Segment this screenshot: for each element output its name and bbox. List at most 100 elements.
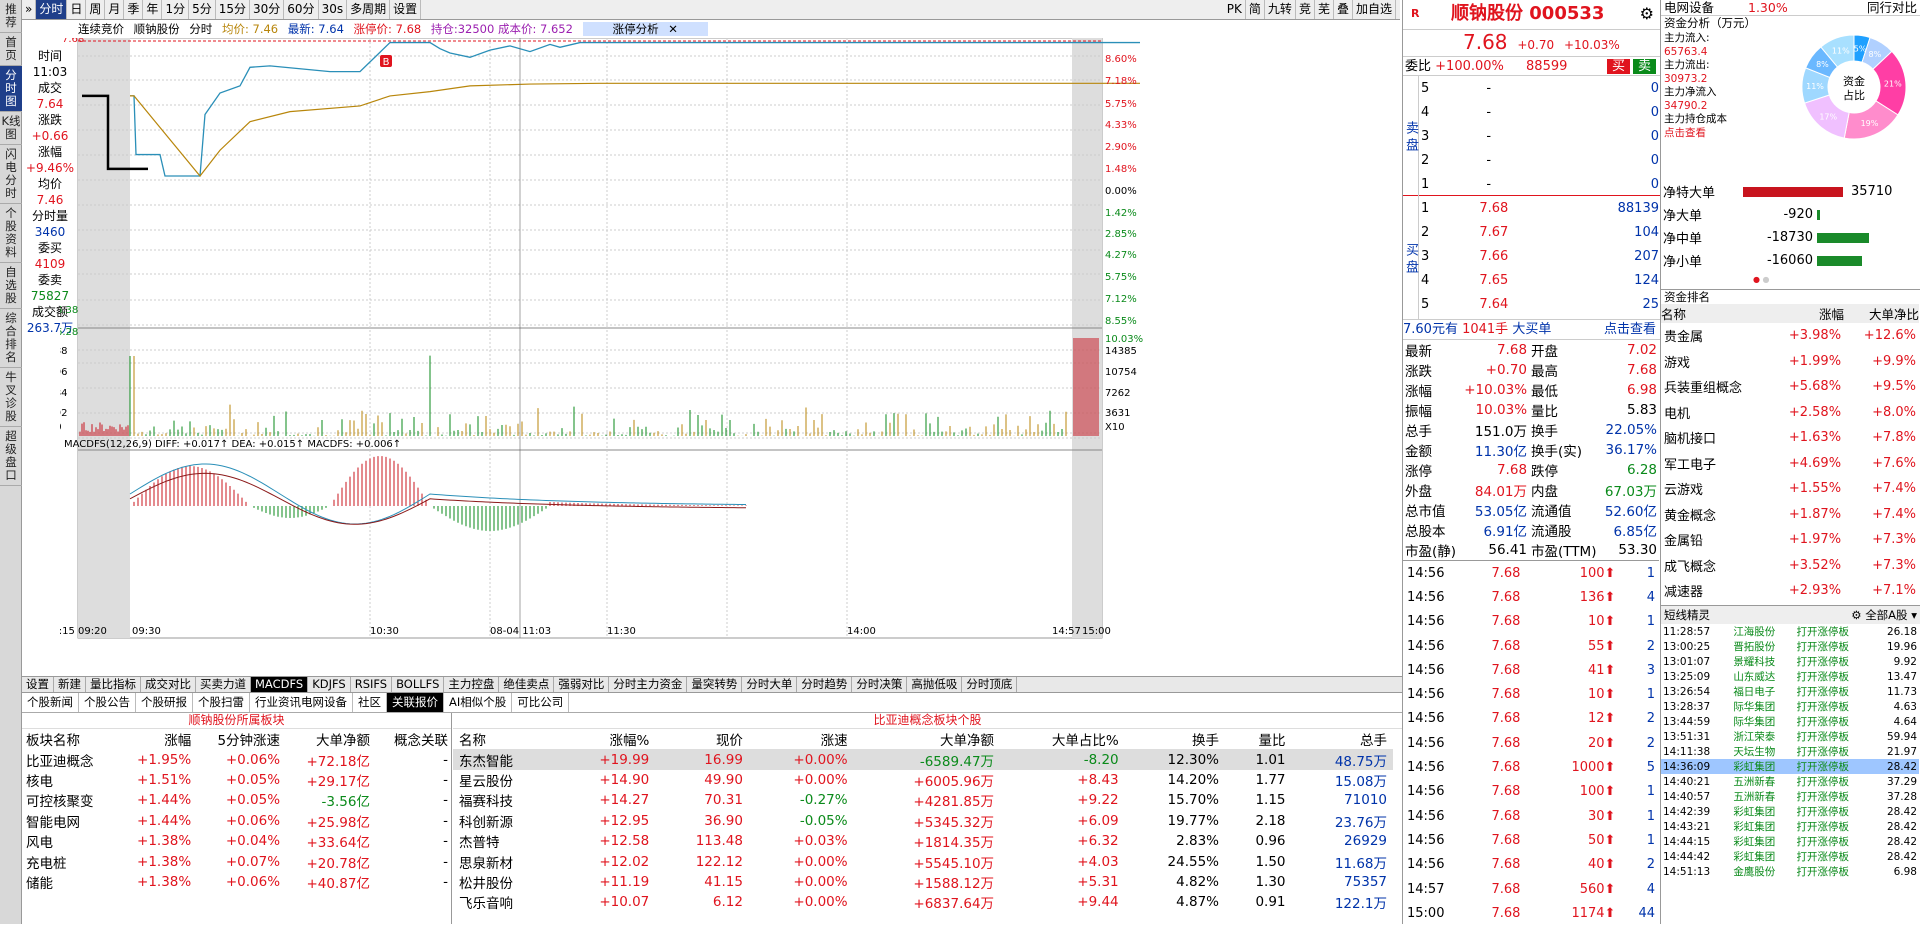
trade-row[interactable]: 14:56 7.68 12⬆ 2 (1403, 707, 1659, 731)
toolbar-button[interactable]: 加自选 (1353, 0, 1396, 19)
left-nav-item[interactable]: 超级盘口 (0, 427, 22, 486)
period-tab[interactable]: 年 (143, 0, 163, 19)
indicator-tab[interactable]: 分时主力资金 (609, 677, 688, 692)
sector-header[interactable]: 板块名称 (22, 729, 117, 749)
sector-row[interactable]: 风电 +1.38% +0.04% +33.64亿 - (22, 831, 452, 851)
indicator-tab[interactable]: 分时决策 (852, 677, 908, 692)
rank-row[interactable]: 成飞概念 +3.52% +7.3% (1661, 553, 1919, 579)
indicator-tab[interactable]: 分时大单 (742, 677, 798, 692)
rank-row[interactable]: 电机 +2.58% +8.0% (1661, 400, 1919, 426)
toolbar-button[interactable]: PK (1224, 0, 1246, 19)
period-tab[interactable]: 分时 (36, 0, 68, 19)
indicator-tab[interactable]: 主力控盘 (444, 677, 500, 692)
toolbar-button[interactable]: 叠 (1334, 0, 1353, 19)
left-nav-item[interactable]: 自选股 (0, 263, 22, 309)
period-tab[interactable]: 1分 (162, 0, 190, 19)
trade-row[interactable]: 14:56 7.68 55⬆ 2 (1403, 634, 1659, 658)
concept-row[interactable]: 星云股份 +14.90 49.90 +0.00% +6005.96万 +8.43 14.20… (453, 770, 1393, 790)
news-tab[interactable]: 个股新闻 (22, 693, 79, 712)
period-tab[interactable]: 日 (67, 0, 87, 19)
trade-row[interactable]: 14:56 7.68 100⬆ 1 (1403, 561, 1659, 585)
rank-row[interactable]: 黄金概念 +1.87% +7.4% (1661, 502, 1919, 528)
news-tab[interactable]: 关联报价 (387, 693, 444, 712)
indicator-tab[interactable]: MACDFS (251, 677, 309, 692)
rank-row[interactable]: 游戏 +1.99% +9.9% (1661, 349, 1919, 375)
indicator-tab[interactable]: 高抛低吸 (907, 677, 963, 692)
trade-row[interactable]: 14:56 7.68 41⬆ 3 (1403, 658, 1659, 682)
brief-row[interactable]: 14:44:15 彩虹集团 打开涨停板 28.42 (1661, 834, 1919, 849)
buy-level[interactable]: 1 7.68 88139 (1421, 196, 1659, 220)
left-nav-item[interactable]: 分时图 (0, 66, 22, 112)
brief-row[interactable]: 13:25:09 山东威达 打开涨停板 13.47 (1661, 669, 1919, 684)
concept-row[interactable]: 飞乐音响 +10.07 6.12 +0.00% +6837.64万 +9.44 4.87% 0… (453, 892, 1393, 912)
brief-row[interactable]: 14:43:21 彩虹集团 打开涨停板 28.42 (1661, 819, 1919, 834)
indicator-tab[interactable]: 绝佳卖点 (499, 677, 555, 692)
sector-row[interactable]: 比亚迪概念 +1.95% +0.06% +72.18亿 - (22, 749, 452, 770)
brief-row[interactable]: 14:40:21 五洲新春 打开涨停板 37.29 (1661, 774, 1919, 789)
sell-button[interactable]: 卖 (1632, 59, 1656, 74)
indicator-tab[interactable]: 设置 (22, 677, 54, 692)
rank-row[interactable]: 减速器 +2.93% +7.1% (1661, 578, 1919, 604)
trade-row[interactable]: 15:00 7.68 1174⬆ 44 (1403, 901, 1659, 925)
trade-row[interactable]: 14:56 7.68 30⬆ 1 (1403, 804, 1659, 828)
trade-row[interactable]: 14:56 7.68 1000⬆ 5 (1403, 755, 1659, 779)
concept-row[interactable]: 福赛科技 +14.27 70.31 -0.27% +4281.85万 +9.22 15.70… (453, 790, 1393, 810)
rank-row[interactable]: 金属铅 +1.97% +7.3% (1661, 527, 1919, 553)
brief-row[interactable]: 13:51:31 浙江荣泰 打开涨停板 59.94 (1661, 729, 1919, 744)
limit-analysis-tab[interactable]: 涨停分析 ✕ (582, 22, 708, 36)
news-tab[interactable]: 个股公告 (79, 693, 136, 712)
left-nav-item[interactable]: 闪电分时 (0, 145, 22, 204)
sector-header[interactable]: 5分钟涨速 (195, 729, 284, 749)
trade-row[interactable]: 14:56 7.68 40⬆ 2 (1403, 853, 1659, 877)
peer-compare-tab[interactable]: 同行对比 (1867, 0, 1917, 16)
concept-row[interactable]: 科创新源 +12.95 36.90 -0.05% +5345.32万 +6.09 19.77… (453, 811, 1393, 831)
rank-row[interactable]: 云游戏 +1.55% +7.4% (1661, 476, 1919, 502)
toolbar-button[interactable]: 芜 (1315, 0, 1334, 19)
brief-row[interactable]: 11:28:57 江海股份 打开涨停板 26.18 (1661, 624, 1919, 639)
sector-row[interactable]: 充电桩 +1.38% +0.07% +20.78亿 - (22, 851, 452, 872)
brief-row[interactable]: 14:40:57 五洲新春 打开涨停板 37.28 (1661, 789, 1919, 804)
sector-row[interactable]: 储能 +1.38% +0.06% +40.87亿 - (22, 872, 452, 892)
fund-sector[interactable]: 电网设备 (1664, 0, 1714, 15)
period-tab[interactable]: 60分 (284, 0, 319, 19)
brief-row[interactable]: 14:42:39 彩虹集团 打开涨停板 28.42 (1661, 804, 1919, 819)
sell-level[interactable]: 3 - 0 (1421, 124, 1659, 148)
sector-row[interactable]: 智能电网 +1.44% +0.06% +25.98亿 - (22, 811, 452, 831)
period-tab[interactable]: 15分 (216, 0, 250, 19)
trade-row[interactable]: 14:56 7.68 20⬆ 2 (1403, 731, 1659, 755)
news-tab[interactable]: 个股扫雷 (193, 693, 250, 712)
brief-row[interactable]: 13:44:59 际华集团 打开涨停板 4.64 (1661, 714, 1919, 729)
indicator-tab[interactable]: 分时趋势 (797, 677, 853, 692)
concept-row[interactable]: 杰普特 +12.58 113.48 +0.03% +1814.35万 +6.32 2.83%… (453, 831, 1393, 851)
rank-header[interactable]: 大单净比 (1844, 304, 1919, 323)
brief-row[interactable]: 13:01:07 景耀科技 打开涨停板 9.92 (1661, 654, 1919, 669)
concept-row[interactable]: 松井股份 +11.19 41.15 +0.00% +1588.12万 +5.31 4.82%… (453, 872, 1393, 892)
period-tab[interactable]: 设置 (390, 0, 422, 19)
news-tab[interactable]: 社区 (353, 693, 387, 712)
trade-ticks-table[interactable]: 14:56 7.68 100⬆ 1 14:56 7.68 136⬆ 4 14:56 7.68 10⬆… (1403, 561, 1659, 925)
concept-row[interactable]: 思泉新材 +12.02 122.12 +0.00% +5545.10万 +4.03 24.5… (453, 851, 1393, 872)
trade-row[interactable]: 14:57 7.68 560⬆ 4 (1403, 877, 1659, 901)
brief-row[interactable]: 14:11:38 天坛生物 打开涨停板 21.97 (1661, 744, 1919, 759)
toolbar-button[interactable]: 九转 (1265, 0, 1296, 19)
indicator-tab[interactable]: KDJFS (308, 677, 351, 692)
concept-header[interactable]: 大单净额 (854, 729, 1000, 749)
indicator-tab[interactable]: 成交对比 (141, 677, 196, 692)
sell-level[interactable]: 2 - 0 (1421, 148, 1659, 172)
concept-header[interactable]: 涨速 (749, 729, 854, 749)
buy-level[interactable]: 4 7.65 124 (1421, 268, 1659, 292)
news-tab[interactable]: 个股研报 (136, 693, 193, 712)
left-nav-item[interactable]: 个股资料 (0, 204, 22, 263)
toolbar-button[interactable]: 竞 (1296, 0, 1315, 19)
left-nav-item[interactable]: 牛叉诊股 (0, 368, 22, 427)
period-tab[interactable]: 30s (319, 0, 348, 19)
page-dots[interactable]: ● ● (1753, 275, 1770, 284)
rank-row[interactable]: 贵金属 +3.98% +12.6% (1661, 323, 1919, 349)
left-nav-item[interactable]: 首页 (0, 33, 22, 66)
concept-header[interactable]: 换手 (1125, 729, 1225, 749)
rank-header[interactable]: 涨幅 (1769, 304, 1844, 323)
indicator-tab[interactable]: 量突转势 (687, 677, 743, 692)
period-tab[interactable]: 季 (124, 0, 144, 19)
sell-level[interactable]: 4 - 0 (1421, 100, 1659, 124)
buy-level[interactable]: 2 7.67 104 (1421, 220, 1659, 244)
